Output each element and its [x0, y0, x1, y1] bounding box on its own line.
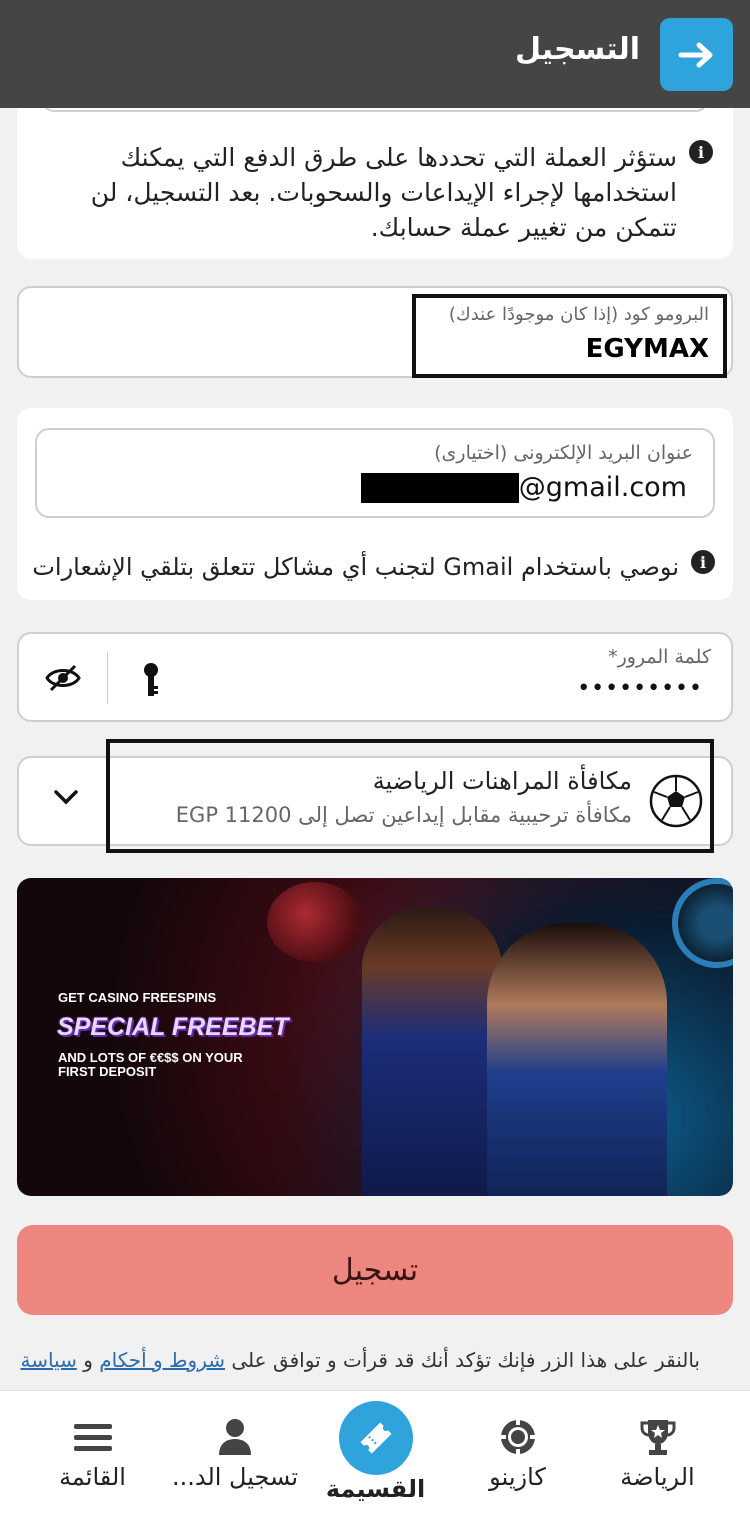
password-label: كلمة المرور* — [608, 646, 711, 668]
banner-ball-graphic — [267, 882, 363, 962]
banner-roulette-graphic — [672, 878, 733, 968]
currency-card: i ستؤثر العملة التي تحددها على طرق الدفع… — [17, 108, 733, 259]
terms-link[interactable]: شروط و أحكام — [99, 1348, 225, 1372]
email-card: عنوان البريد الإلكترونى (اختيارى) @gmail… — [17, 408, 733, 600]
banner-player-graphic — [362, 908, 502, 1196]
info-icon: i — [689, 140, 713, 164]
promo-code-label: البرومو كود (إذا كان موجودًا عندك) — [448, 304, 709, 325]
register-button[interactable]: تسجيل — [17, 1225, 733, 1315]
email-note: i نوصي باستخدام Gmail لتجنب أي مشاكل تتع… — [32, 550, 715, 585]
banner-line-2: SPECIAL FREEBET — [57, 1013, 289, 1041]
nav-item-casino[interactable]: كازينو — [460, 1391, 575, 1516]
trophy-icon — [639, 1417, 677, 1457]
nav-label-betslip: القسيمة — [325, 1475, 426, 1503]
email-value-row: @gmail.com — [360, 472, 687, 503]
promo-highlight-box: البرومو كود (إذا كان موجودًا عندك) EGYMA… — [412, 294, 727, 378]
back-button[interactable] — [660, 18, 733, 91]
currency-select-edge[interactable] — [42, 108, 708, 112]
chevron-down-icon — [53, 788, 79, 810]
email-field[interactable]: عنوان البريد الإلكترونى (اختيارى) @gmail… — [35, 428, 715, 518]
key-icon — [141, 662, 161, 702]
promo-banner[interactable]: GET CASINO FREESPINS SPECIAL FREEBET AND… — [17, 878, 733, 1196]
email-note-text: نوصي باستخدام Gmail لتجنب أي مشاكل تتعلق… — [32, 553, 679, 581]
nav-item-betslip[interactable]: القسيمة — [318, 1391, 433, 1516]
nav-label-login: تسجيل الد... — [171, 1463, 299, 1491]
nav-label-menu: القائمة — [59, 1463, 126, 1491]
soccer-ball-icon — [648, 773, 704, 833]
hide-password-icon[interactable] — [45, 664, 81, 696]
redacted-block — [360, 472, 519, 503]
nav-label-sports: الرياضة — [620, 1463, 695, 1491]
nav-item-login[interactable]: تسجيل الد... — [170, 1391, 300, 1516]
nav-item-menu[interactable]: القائمة — [35, 1391, 150, 1516]
banner-woman-graphic — [487, 923, 667, 1196]
terms-text: بالنقر على هذا الزر فإنك تؤكد أنك قد قرأ… — [20, 1348, 700, 1372]
terms-middle: و — [76, 1348, 100, 1372]
casino-chip-icon — [499, 1417, 537, 1457]
arrow-right-icon — [678, 42, 712, 67]
promo-code-value: EGYMAX — [585, 334, 709, 364]
password-field[interactable]: كلمة المرور* ••••••••• — [17, 632, 733, 722]
bonus-highlight-box: مكافأة المراهنات الرياضية مكافأة ترحيبية… — [106, 739, 714, 853]
page-title: التسجيل — [515, 32, 640, 67]
banner-line-1: GET CASINO FREESPINS — [58, 990, 217, 1005]
separator — [107, 652, 108, 704]
currency-note-text: ستؤثر العملة التي تحددها على طرق الدفع ا… — [90, 143, 677, 242]
bonus-title: مكافأة المراهنات الرياضية — [372, 767, 632, 795]
banner-line-4: FIRST DEPOSIT — [58, 1064, 157, 1079]
hamburger-menu-icon — [73, 1417, 112, 1457]
nav-item-sports[interactable]: الرياضة — [600, 1391, 715, 1516]
info-icon: i — [691, 550, 715, 574]
bottom-nav: الرياضة كازينو القسيمة تسجيل الد... القا… — [0, 1390, 750, 1516]
registration-form: i ستؤثر العملة التي تحددها على طرق الدفع… — [0, 108, 750, 1390]
terms-prefix: بالنقر على هذا الزر فإنك تؤكد أنك قد قرأ… — [225, 1348, 700, 1372]
user-icon — [217, 1417, 253, 1457]
currency-note: i ستؤثر العملة التي تحددها على طرق الدفع… — [57, 140, 713, 245]
policy-link[interactable]: سياسة — [20, 1348, 76, 1372]
banner-line-3: AND LOTS OF €€$$ ON YOUR — [58, 1050, 243, 1065]
bonus-subtitle: مكافأة ترحيبية مقابل إيداعين تصل إلى EGP… — [175, 803, 632, 827]
nav-label-casino: كازينو — [489, 1463, 546, 1491]
ticket-icon — [338, 1401, 413, 1475]
email-value: @gmail.com — [518, 472, 687, 503]
password-value: ••••••••• — [577, 676, 703, 701]
top-header: التسجيل — [0, 0, 750, 108]
email-label: عنوان البريد الإلكترونى (اختيارى) — [434, 442, 693, 464]
